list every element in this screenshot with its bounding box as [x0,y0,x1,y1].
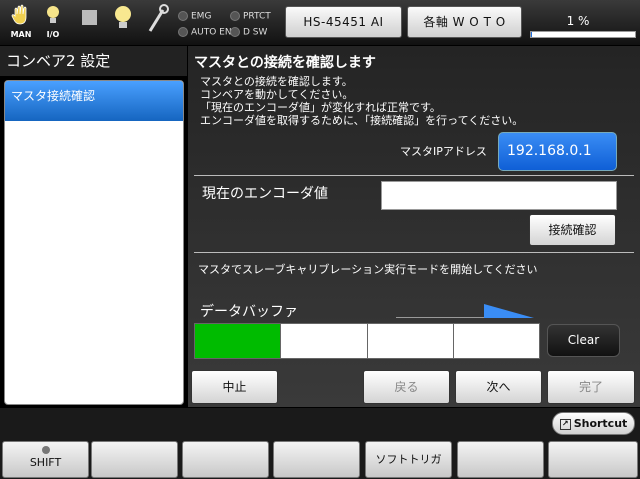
divider [194,175,634,176]
encoder-value-field [381,181,617,210]
io-label: I/O [46,30,60,39]
page-title: マスタとの接続を確認します [194,55,376,71]
data-buffer-label: データバッファ [200,304,298,320]
ip-address-field[interactable]: 192.168.0.1 [498,132,617,171]
buffer-line [396,317,486,318]
prtct-dot [230,11,240,21]
clear-button[interactable]: Clear [547,324,620,357]
settings-list: マスタ接続確認 [4,80,184,405]
instruction-line-2: コンベアを動かしてください。 [200,88,354,101]
speed-bar[interactable] [530,31,636,38]
shift-indicator-icon [41,446,50,454]
list-item-label: マスタ接続確認 [11,89,96,103]
wrench-icon[interactable] [144,4,170,44]
instruction-line-4: エンコーダ値を取得するために、「接続確認」を行ってください。 [200,114,524,127]
buffer-cell [281,324,368,358]
encoder-value-label: 現在のエンコーダ値 [202,186,328,202]
buffer-cell [367,324,454,358]
back-button[interactable]: 戻る [363,370,450,404]
speed-percent: 1 % [566,14,590,28]
shortcut-button[interactable]: ↗ Shortcut [552,412,635,435]
robot-model-button[interactable]: HS-45451 AI [285,6,402,38]
emg-label: EMG [191,11,212,22]
f7-button[interactable] [548,441,638,478]
f5-label: ソフトトリガ [375,453,442,466]
shortcut-icon: ↗ [559,418,571,430]
divider [194,252,634,253]
buffer-cell [195,324,282,358]
cancel-button[interactable]: 中止 [191,370,278,404]
d-sw-lamp: D SW [230,27,267,39]
auto-en-dot [178,27,188,37]
emg-lamp: EMG [178,11,211,23]
d-sw-label: D SW [243,27,268,38]
main-panel: マスタとの接続を確認します マスタとの接続を確認します。 コンベアを動かしてくだ… [188,46,640,407]
auto-en-label: AUTO EN [191,27,232,38]
bulb-icon[interactable]: I/O [40,4,66,44]
f3-button[interactable] [182,441,269,478]
data-buffer [194,323,540,359]
f4-button[interactable] [273,441,360,478]
connect-check-button[interactable]: 接続確認 [529,214,616,246]
axis-mode-button[interactable]: 各軸 W O T O [407,6,522,38]
soft-trigger-button[interactable]: ソフトトリガ [365,441,452,478]
list-item-master-connection[interactable]: マスタ接続確認 [5,81,183,121]
next-button[interactable]: 次へ [455,370,542,404]
panel-title: コンベア2 設定 [0,46,187,76]
shortcut-label: Shortcut [573,417,628,430]
hand-icon[interactable]: MAN [8,4,34,44]
mode-label: MAN [10,30,32,39]
instruction-line-3: 「現在のエンコーダ値」が変化すれば正常です。 [200,101,441,114]
instruction-line-1: マスタとの接続を確認します。 [200,75,353,88]
ip-address-label: マスタIPアドレス [400,145,487,158]
top-toolbar: MAN I/O EMG PRTCT AUTO EN D SW HS-45451 … [0,0,640,45]
slave-calibration-message: マスタでスレーブキャリブレーション実行モードを開始してください [198,263,538,276]
f1-shift-button[interactable]: SHIFT [2,441,89,478]
stop-icon[interactable] [76,4,102,44]
d-sw-dot [230,27,240,37]
lamp-icon[interactable] [110,4,136,44]
f6-button[interactable] [457,441,544,478]
speed-bar-fill [531,32,533,37]
buffer-indicator-icon [484,304,534,318]
prtct-lamp: PRTCT [230,11,271,23]
prtct-label: PRTCT [243,11,271,22]
auto-en-lamp: AUTO EN [178,27,232,39]
f1-label: SHIFT [29,456,62,469]
emg-dot [178,11,188,21]
f2-button[interactable] [91,441,178,478]
finish-button[interactable]: 完了 [547,370,635,404]
buffer-cell [453,324,539,358]
